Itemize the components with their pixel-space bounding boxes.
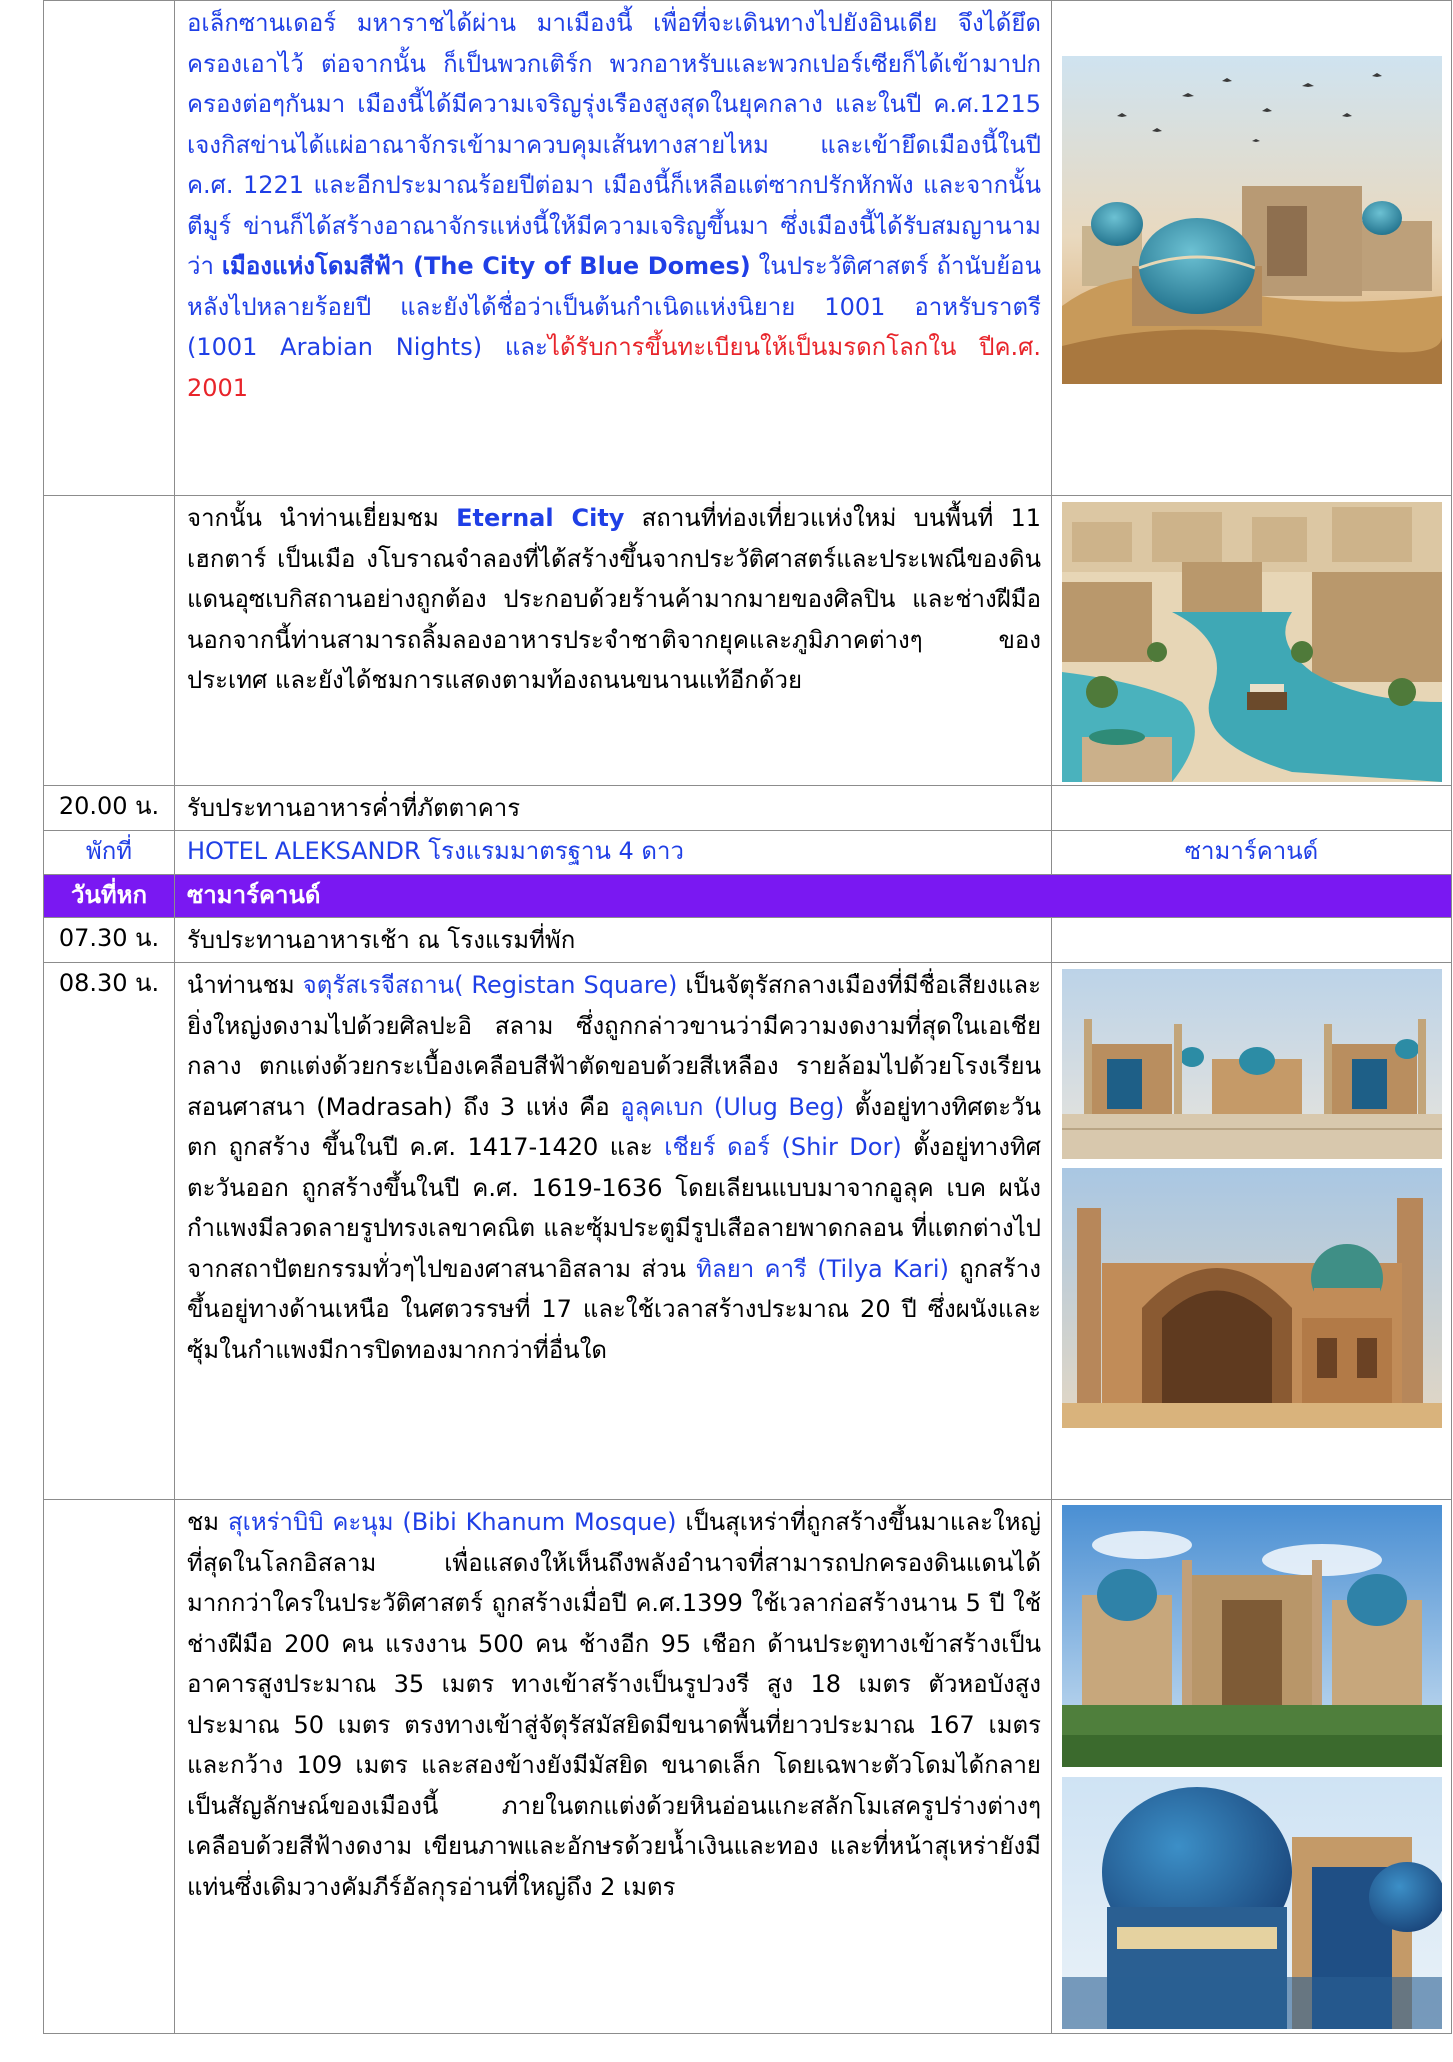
bibi-khanum-dome-photo: [1062, 1777, 1442, 2029]
time-cell: [43, 0, 175, 496]
bibi-khanum-mosque-wide-photo: [1062, 1505, 1442, 1767]
activity-text: จากนั้น นำท่านเยี่ยมชม Eternal City สถาน…: [175, 496, 1051, 701]
day-header-row: วันที่หก ซามาร์คานด์: [43, 874, 1452, 918]
activity-text: รับประทานอาหารเช้า ณ โรงแรมที่พัก: [187, 926, 576, 954]
time-cell: 08.30 น.: [43, 962, 175, 1500]
time-cell: [43, 1499, 175, 2034]
empty-cell: [1051, 785, 1452, 831]
image-cell: [1051, 0, 1452, 496]
text-segment: Eternal City: [456, 504, 625, 532]
activity-cell: นำท่านชม จตุรัสเรจีสถาน( Registan Square…: [174, 962, 1052, 1500]
day-title: ซามาร์คานด์: [174, 874, 1452, 918]
empty-cell: [1051, 917, 1452, 963]
text-segment: สุเหร่าบิบิ คะนุม (Bibi Khanum Mosque): [227, 1508, 677, 1536]
activity-cell: รับประทานอาหารค่ำที่ภัตตาคาร: [174, 785, 1052, 831]
day-number: วันที่หก: [43, 874, 175, 918]
image-cell: [1051, 962, 1452, 1500]
itinerary-row-registan: 08.30 น. นำท่านชม จตุรัสเรจีสถาน( Regist…: [43, 962, 1452, 1500]
hotel-name: HOTEL ALEKSANDR โรงแรมมาตรฐาน 4 ดาว: [174, 830, 1052, 875]
activity-text: ชม สุเหร่าบิบิ คะนุม (Bibi Khanum Mosque…: [175, 1500, 1051, 1907]
itinerary-row-samarkand-history: อเล็กซานเดอร์ มหาราชได้ผ่าน มาเมืองนี้ เ…: [43, 0, 1452, 496]
itinerary-table: อเล็กซานเดอร์ มหาราชได้ผ่าน มาเมืองนี้ เ…: [43, 0, 1452, 2034]
text-segment: จตุรัสเรจีสถาน( Registan Square): [302, 971, 678, 999]
text-segment: อเล็กซานเดอร์ มหาราชได้ผ่าน มาเมืองนี้ เ…: [187, 9, 1041, 280]
itinerary-row-breakfast: 07.30 น. รับประทานอาหารเช้า ณ โรงแรมที่พ…: [43, 917, 1452, 963]
samarkand-blue-domes-photo: [1062, 56, 1442, 384]
eternal-city-canal-photo: [1062, 502, 1442, 782]
time-cell: 07.30 น.: [43, 917, 175, 963]
image-cell: [1051, 495, 1452, 786]
text-segment: จากนั้น นำท่านเยี่ยมชม: [187, 504, 457, 532]
hotel-city: ซามาร์คานด์: [1051, 830, 1452, 875]
text-segment: อูลุคเบก (Ulug Beg): [620, 1092, 845, 1121]
registan-square-wide-photo: [1062, 969, 1442, 1159]
text-segment: ทิลยา คารี (Tilya Kari): [696, 1254, 949, 1283]
time-cell: [43, 495, 175, 786]
text-segment: ชม: [187, 1508, 228, 1536]
itinerary-row-bibi-khanum: ชม สุเหร่าบิบิ คะนุม (Bibi Khanum Mosque…: [43, 1499, 1452, 2034]
stay-label: พักที่: [43, 830, 175, 875]
itinerary-row-hotel: พักที่ HOTEL ALEKSANDR โรงแรมมาตรฐาน 4 ด…: [43, 830, 1452, 875]
activity-cell: รับประทานอาหารเช้า ณ โรงแรมที่พัก: [174, 917, 1052, 963]
text-segment: นำท่านชม: [187, 971, 303, 999]
itinerary-row-dinner: 20.00 น. รับประทานอาหารค่ำที่ภัตตาคาร: [43, 785, 1452, 831]
text-segment: สถานที่ท่องเที่ยวแห่งใหม่ บนพื้นที่ 11 เ…: [187, 504, 1041, 694]
activity-cell: ชม สุเหร่าบิบิ คะนุม (Bibi Khanum Mosque…: [174, 1499, 1052, 2034]
shir-dor-madrasah-photo: [1062, 1168, 1442, 1428]
activity-cell: อเล็กซานเดอร์ มหาราชได้ผ่าน มาเมืองนี้ เ…: [174, 0, 1052, 496]
activity-text: รับประทานอาหารค่ำที่ภัตตาคาร: [187, 794, 521, 822]
text-segment: เชียร์ ดอร์ (Shir Dor): [664, 1133, 902, 1161]
itinerary-row-eternal-city: จากนั้น นำท่านเยี่ยมชม Eternal City สถาน…: [43, 495, 1452, 786]
text-segment: เมืองแห่งโดมสีฟ้า (The City of Blue Dome…: [221, 252, 751, 280]
text-segment: เป็นสุเหร่าที่ถูกสร้างขึ้นมาและใหญ่ที่สุ…: [187, 1508, 1041, 1901]
activity-text: อเล็กซานเดอร์ มหาราชได้ผ่าน มาเมืองนี้ เ…: [175, 1, 1051, 408]
activity-text: นำท่านชม จตุรัสเรจีสถาน( Registan Square…: [175, 963, 1051, 1370]
time-cell: 20.00 น.: [43, 785, 175, 831]
image-cell: [1051, 1499, 1452, 2034]
activity-cell: จากนั้น นำท่านเยี่ยมชม Eternal City สถาน…: [174, 495, 1052, 786]
